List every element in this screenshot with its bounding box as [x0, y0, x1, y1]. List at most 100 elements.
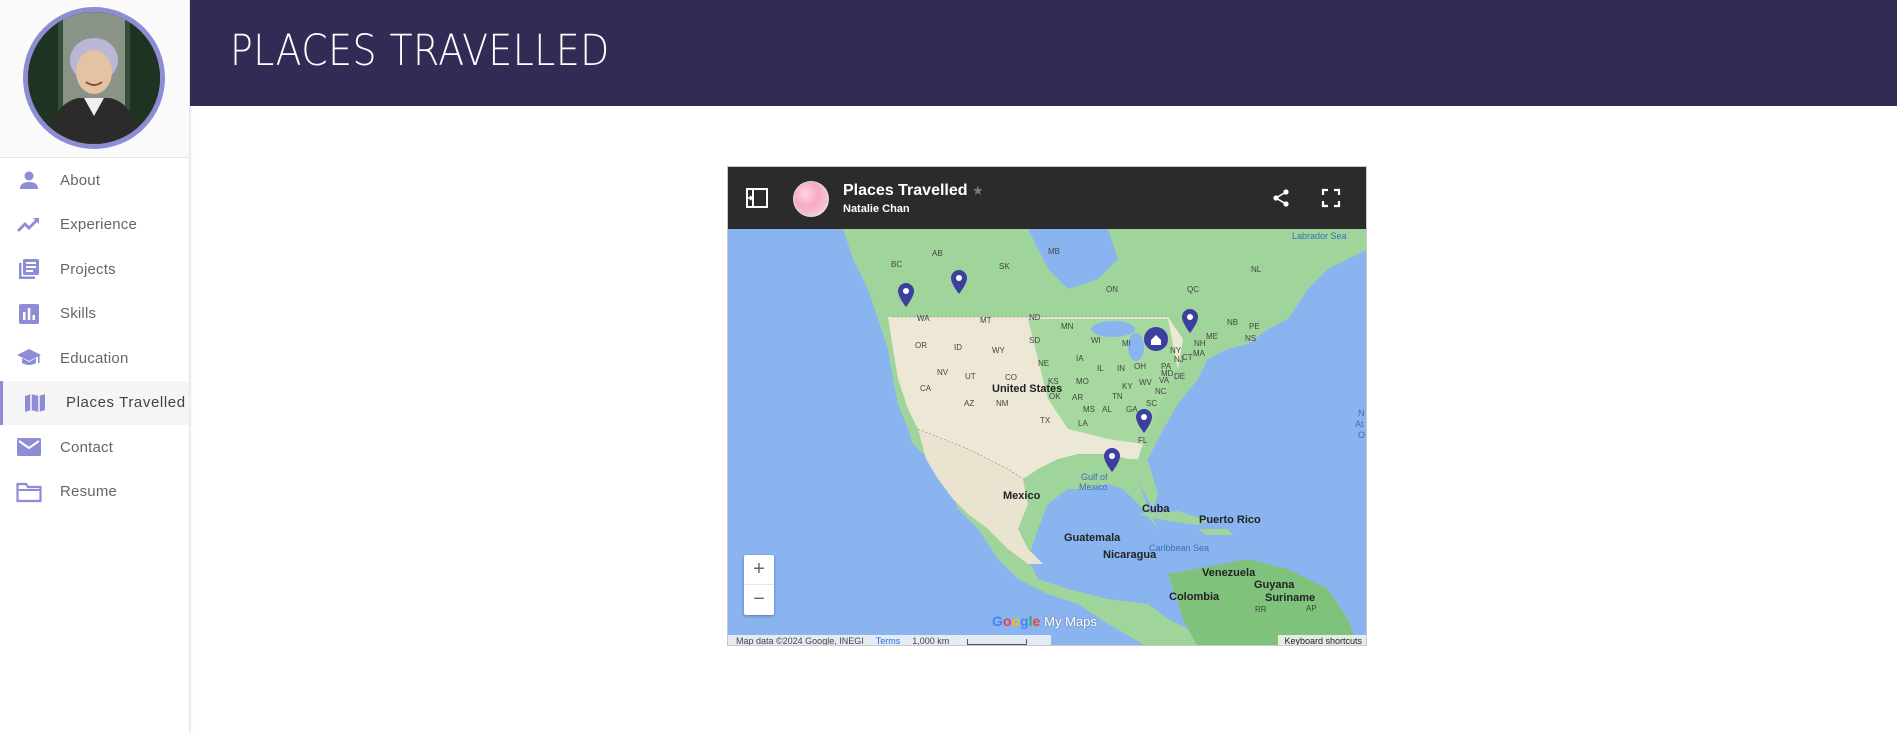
map-label-in: IN	[1117, 364, 1125, 373]
map-label-az: AZ	[964, 399, 975, 408]
map-label-nicaragua: Nicaragua	[1103, 549, 1157, 561]
star-icon[interactable]: ★	[972, 183, 984, 199]
map-label-wi: WI	[1091, 336, 1101, 345]
terms-link[interactable]: Terms	[876, 636, 901, 645]
map-attribution: Map data ©2024 Google, INEGI Terms 1,000…	[728, 635, 1052, 646]
map-label-caribbean-sea: Caribbean Sea	[1149, 543, 1210, 553]
folder-icon	[16, 479, 42, 505]
map-label-atlantic-2: At	[1355, 419, 1364, 429]
trending-up-icon	[16, 212, 42, 238]
map-label-guatemala: Guatemala	[1064, 532, 1121, 544]
map-label-nh: NH	[1194, 339, 1206, 348]
map-label-nv: NV	[937, 368, 949, 377]
marker-home-toronto[interactable]	[1144, 327, 1168, 351]
zoom-out-button[interactable]: −	[744, 585, 774, 615]
sidebar-item-label: Education	[60, 349, 129, 367]
map-label-id: ID	[954, 343, 962, 352]
map-embed[interactable]: Places Travelled ★ Natalie Chan Labrador…	[727, 166, 1367, 646]
map-label-ne: NE	[1038, 359, 1050, 368]
map-toolbar: Places Travelled ★ Natalie Chan	[728, 167, 1366, 229]
map-label-wv: WV	[1139, 378, 1152, 387]
map-label-nc: NC	[1155, 387, 1167, 396]
map-label-nl: NL	[1251, 265, 1262, 274]
google-my-maps-logo: Google My Maps	[992, 613, 1097, 629]
map-label-ct: CT	[1182, 353, 1193, 362]
sidebar-item-label: Contact	[60, 438, 114, 456]
map-label-ab: AB	[932, 249, 943, 258]
scale-bar	[967, 638, 1028, 645]
map-label-mo: MO	[1076, 377, 1089, 386]
map-label-sc: SC	[1146, 399, 1158, 408]
map-label-ia: IA	[1076, 354, 1084, 363]
sidebar-item-projects[interactable]: Projects	[0, 247, 189, 292]
graduation-cap-icon	[16, 345, 42, 371]
fullscreen-icon[interactable]	[1321, 188, 1341, 208]
map-label-ca: CA	[920, 384, 932, 393]
map-label-nm: NM	[996, 399, 1009, 408]
page-header: PLACES TRAVELLED	[190, 0, 1897, 106]
scale-label: 1,000 km	[912, 636, 1039, 645]
map-label-il: IL	[1097, 364, 1104, 373]
map-label-colombia: Colombia	[1169, 591, 1220, 603]
map-label-suriname: Suriname	[1265, 592, 1316, 604]
map-label-oh: OH	[1134, 362, 1146, 371]
map-label-or: OR	[915, 341, 927, 350]
map-label-labrador-sea: Labrador Sea	[1292, 231, 1347, 241]
map-label-gulf-mexico: Mexico	[1079, 482, 1108, 492]
page-title: PLACES TRAVELLED	[230, 26, 610, 76]
map-label-atlantic-3: O	[1358, 430, 1366, 440]
share-icon[interactable]	[1271, 188, 1291, 208]
sidebar-item-label: Projects	[60, 260, 116, 278]
sidebar-nav: About Experience Projects Skills Educati…	[0, 158, 189, 514]
map-label-wa: WA	[917, 314, 930, 323]
map-label-guyana: Guyana	[1254, 579, 1295, 591]
map-label-bc: BC	[891, 260, 903, 269]
mail-icon	[16, 434, 42, 460]
person-icon	[16, 167, 42, 193]
map-label-ut: UT	[965, 372, 976, 381]
sidebar-item-skills[interactable]: Skills	[0, 292, 189, 337]
map-icon	[22, 390, 48, 416]
sidebar: About Experience Projects Skills Educati…	[0, 0, 190, 733]
map-label-md: MD	[1161, 369, 1174, 378]
map-canvas[interactable]: Labrador Sea BC AB SK MB ON QC NL WA MT …	[728, 229, 1366, 646]
map-label-united-states: United States	[992, 383, 1063, 395]
map-label-ns: NS	[1245, 334, 1257, 343]
map-label-venezuela: Venezuela	[1202, 567, 1256, 579]
map-label-al: AL	[1102, 405, 1112, 414]
map-label-rr: RR	[1255, 605, 1267, 614]
sidebar-item-experience[interactable]: Experience	[0, 203, 189, 248]
map-label-ny: NY	[1170, 346, 1182, 355]
map-data-credit: Map data ©2024 Google, INEGI	[736, 636, 864, 646]
sidebar-item-education[interactable]: Education	[0, 336, 189, 381]
avatar	[23, 7, 165, 149]
sidebar-item-resume[interactable]: Resume	[0, 470, 189, 515]
map-label-ky: KY	[1122, 382, 1133, 391]
sidebar-item-label: Places Travelled	[66, 394, 186, 412]
map-label-wy: WY	[992, 346, 1005, 355]
zoom-in-button[interactable]: +	[744, 555, 774, 585]
keyboard-shortcuts-link[interactable]: Keyboard shortcuts	[1278, 635, 1366, 645]
map-label-ap: AP	[1306, 604, 1317, 613]
map-label-tx: TX	[1040, 416, 1051, 425]
zoom-control: + −	[744, 555, 774, 615]
map-label-mexico: Mexico	[1003, 490, 1041, 502]
map-label-pe: PE	[1249, 322, 1260, 331]
sidebar-item-about[interactable]: About	[0, 158, 189, 203]
sidebar-item-places-travelled[interactable]: Places Travelled	[0, 380, 189, 425]
map-label-sd: SD	[1029, 336, 1041, 345]
map-label-mn: MN	[1061, 322, 1074, 331]
map-label-ma: MA	[1193, 349, 1205, 358]
legend-toggle-icon[interactable]	[745, 187, 769, 209]
sidebar-item-label: About	[60, 171, 101, 189]
bar-chart-icon	[16, 301, 42, 327]
map-owner-name: Natalie Chan	[843, 203, 910, 215]
map-label-on: ON	[1106, 285, 1118, 294]
sidebar-item-label: Experience	[60, 216, 138, 234]
map-label-cuba: Cuba	[1142, 503, 1170, 515]
map-label-co: CO	[1005, 373, 1017, 382]
sidebar-item-contact[interactable]: Contact	[0, 425, 189, 470]
map-label-qc: QC	[1187, 285, 1199, 294]
map-label-ms: MS	[1083, 405, 1095, 414]
map-label-mi: MI	[1122, 339, 1131, 348]
